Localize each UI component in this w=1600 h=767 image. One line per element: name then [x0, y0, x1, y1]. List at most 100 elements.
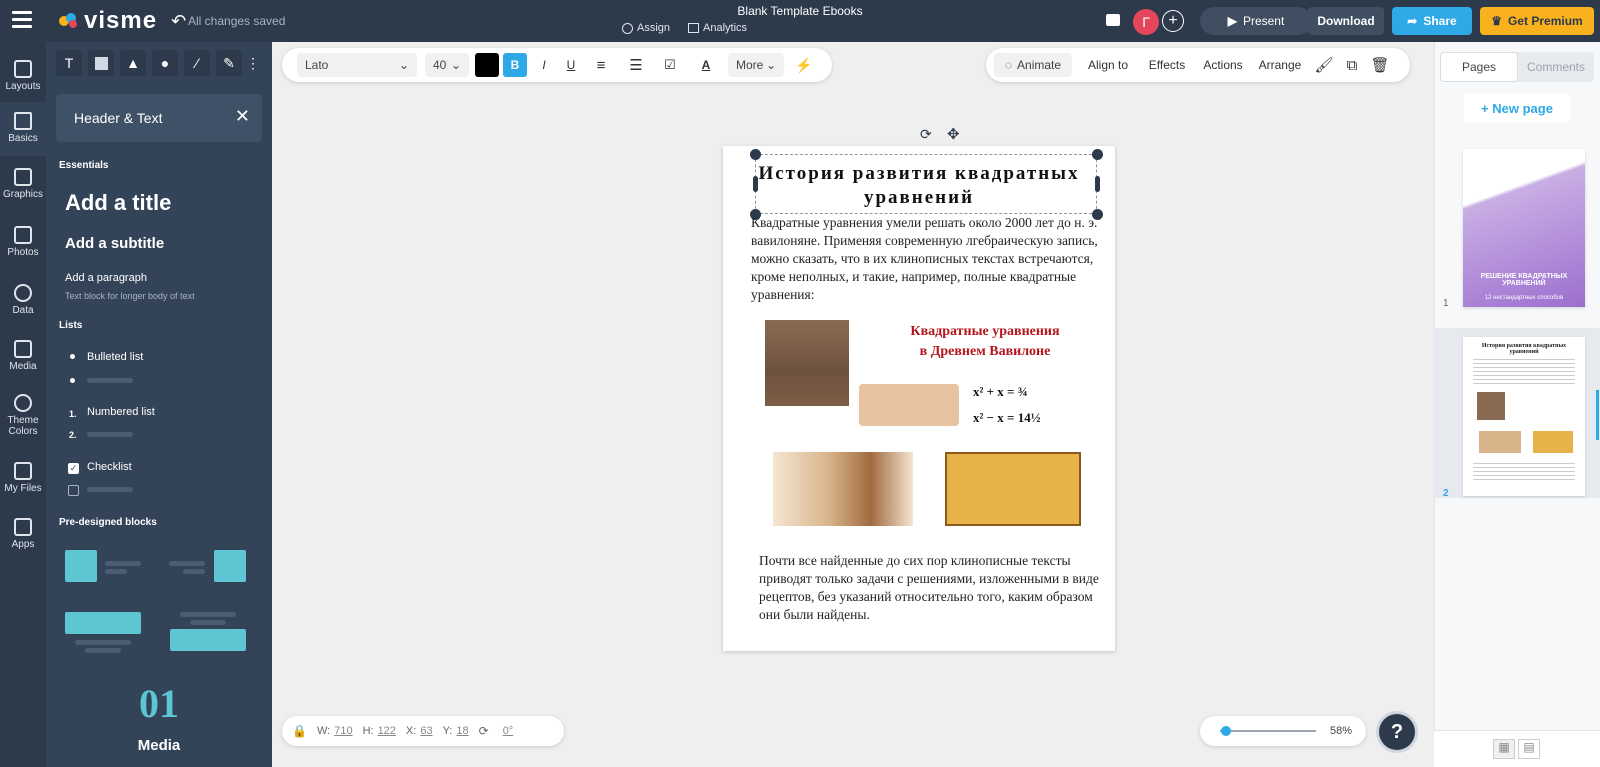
page-paragraph-2[interactable]: Почти все найденные до сих пор клинописн… — [759, 552, 1099, 624]
data-icon — [14, 284, 32, 302]
left-rail: Layouts Basics Graphics Photos Data Medi… — [0, 42, 46, 767]
width-value[interactable]: 710 — [334, 725, 352, 737]
resize-handle[interactable] — [1092, 149, 1103, 160]
rail-item-basics[interactable]: Basics — [0, 102, 46, 156]
page-paragraph-1[interactable]: Квадратные уравнения умели решать около … — [751, 214, 1103, 304]
block-image-left[interactable] — [65, 550, 97, 582]
lightning-icon[interactable]: ⚡ — [792, 53, 816, 77]
numbered-list-item[interactable]: Numbered list — [87, 406, 155, 418]
tab-comments[interactable]: Comments — [1518, 52, 1594, 82]
resize-handle[interactable] — [750, 149, 761, 160]
pen-tool-icon[interactable]: ✎ — [216, 50, 242, 76]
get-premium-button[interactable]: ♛ Get Premium — [1480, 7, 1594, 35]
duplicate-icon[interactable]: ⧉ — [1340, 53, 1364, 77]
italic-button[interactable]: I — [532, 53, 556, 77]
canvas-page[interactable]: История развития квадратных уравнений Кв… — [723, 146, 1115, 651]
rail-item-data[interactable]: Data — [0, 276, 46, 326]
avatar[interactable]: Г — [1133, 9, 1159, 35]
trash-icon[interactable]: 🗑 — [1368, 53, 1392, 77]
theme-colors-icon — [14, 394, 32, 412]
font-select[interactable]: Lato ⌄ — [297, 53, 417, 77]
align-to-button[interactable]: Align to — [1080, 53, 1136, 77]
circle-tool-icon[interactable]: ● — [152, 50, 178, 76]
add-subtitle-item[interactable]: Add a subtitle — [65, 235, 164, 252]
arrange-button[interactable]: Arrange — [1254, 53, 1306, 77]
more-tools-icon[interactable]: ⋮ — [246, 50, 260, 76]
line-tool-icon[interactable]: ⁄ — [184, 50, 210, 76]
zoom-track[interactable] — [1220, 730, 1316, 732]
block-image-bottom[interactable] — [170, 629, 246, 651]
effects-button[interactable]: Effects — [1142, 53, 1192, 77]
more-button[interactable]: More ⌄ — [728, 53, 784, 77]
present-button[interactable]: ▶ Present — [1200, 7, 1312, 35]
share-button[interactable]: ➦ Share — [1392, 7, 1472, 35]
triangle-tool-icon[interactable]: ▲ — [120, 50, 146, 76]
media-icon — [14, 340, 32, 358]
download-button[interactable]: Download — [1308, 7, 1384, 35]
rotate-handle-icon[interactable]: ⟳ — [920, 126, 932, 143]
checklist-icon[interactable]: ☑ — [656, 53, 684, 77]
page-thumbnail-1[interactable]: РЕШЕНИЕ КВАДРАТНЫХ УРАВНЕНИЙ 12 нестанда… — [1463, 149, 1585, 307]
doc-actions: Assign Analytics — [622, 22, 747, 34]
chat-icon[interactable] — [1106, 14, 1120, 26]
apps-icon — [14, 518, 32, 536]
block-image-top[interactable] — [65, 612, 141, 634]
grid-view-icon[interactable]: ▦ — [1493, 739, 1515, 759]
assign-button[interactable]: Assign — [622, 22, 670, 34]
actions-button[interactable]: Actions — [1198, 53, 1248, 77]
undo-icon[interactable]: ↶ — [171, 11, 186, 32]
menu-icon[interactable] — [12, 11, 32, 29]
lock-icon[interactable]: 🔒 — [292, 724, 307, 738]
bold-button[interactable]: B — [503, 53, 527, 77]
align-icon[interactable]: ≡ — [588, 53, 614, 77]
tool-row: T ▲ ● ⁄ ✎ ⋮ — [56, 50, 266, 80]
rail-item-theme-colors[interactable]: Theme Colors — [0, 386, 46, 450]
analytics-button[interactable]: Analytics — [688, 22, 747, 34]
rail-item-media[interactable]: Media — [0, 332, 46, 382]
height-value[interactable]: 122 — [378, 725, 396, 737]
rail-item-photos[interactable]: Photos — [0, 218, 46, 268]
rail-item-my-files[interactable]: My Files — [0, 454, 46, 504]
bulleted-list-icon[interactable]: ☰ — [622, 53, 650, 77]
close-icon[interactable]: ✕ — [235, 106, 250, 127]
bullet-icon — [70, 354, 75, 359]
list-view-icon[interactable]: ▤ — [1518, 739, 1540, 759]
side-handle[interactable] — [1095, 176, 1100, 192]
rail-item-layouts[interactable]: Layouts — [0, 52, 46, 100]
bulleted-list-item[interactable]: Bulleted list — [87, 351, 143, 363]
move-handle-icon[interactable]: ✥ — [947, 125, 960, 143]
placeholder-line — [180, 612, 236, 617]
placeholder-line — [87, 378, 133, 383]
rotation-value[interactable]: 0° — [503, 725, 514, 737]
add-collaborator-icon[interactable]: + — [1162, 10, 1184, 32]
add-paragraph-item[interactable]: Add a paragraph — [65, 272, 147, 284]
checklist-item[interactable]: Checklist — [87, 461, 132, 473]
brush-icon[interactable]: 🖌 — [1312, 53, 1336, 77]
rail-item-apps[interactable]: Apps — [0, 510, 46, 560]
y-value[interactable]: 18 — [456, 725, 468, 737]
highlight-color-icon[interactable]: A — [692, 53, 720, 77]
add-title-item[interactable]: Add a title — [65, 190, 171, 216]
big-number[interactable]: 01 — [46, 680, 272, 727]
babylon-image[interactable]: Квадратные уравнения в Древнем Вавилоне … — [765, 320, 1083, 532]
dimensions-bar: 🔒 W: 710 H: 122 X: 63 Y: 18 ⟳ 0° — [282, 716, 564, 746]
rail-item-graphics[interactable]: Graphics — [0, 160, 46, 210]
underline-button[interactable]: U — [559, 53, 583, 77]
animate-button[interactable]: ◌ Animate — [994, 53, 1072, 77]
zoom-slider-handle[interactable] — [1220, 726, 1231, 736]
new-page-button[interactable]: + New page — [1464, 93, 1570, 123]
font-size-select[interactable]: 40 ⌄ — [425, 53, 469, 77]
rectangle-tool-icon[interactable] — [88, 50, 114, 76]
help-button[interactable]: ? — [1379, 714, 1415, 750]
scrollbar[interactable] — [1596, 390, 1599, 440]
page-title[interactable]: История развития квадратных уравнений — [743, 162, 1095, 210]
text-tool-icon[interactable]: T — [56, 50, 82, 76]
x-value[interactable]: 63 — [420, 725, 432, 737]
tab-pages[interactable]: Pages — [1440, 52, 1518, 82]
thumb1-subtitle: 12 нестандартных способов — [1484, 295, 1564, 301]
media-block-label[interactable]: Media — [46, 737, 272, 754]
page-thumbnail-2[interactable]: История развития квадратных уравнений — [1463, 337, 1585, 496]
text-color-swatch[interactable] — [475, 53, 499, 77]
visme-logo[interactable]: visme ↶ — [58, 7, 186, 35]
block-image-right[interactable] — [214, 550, 246, 582]
